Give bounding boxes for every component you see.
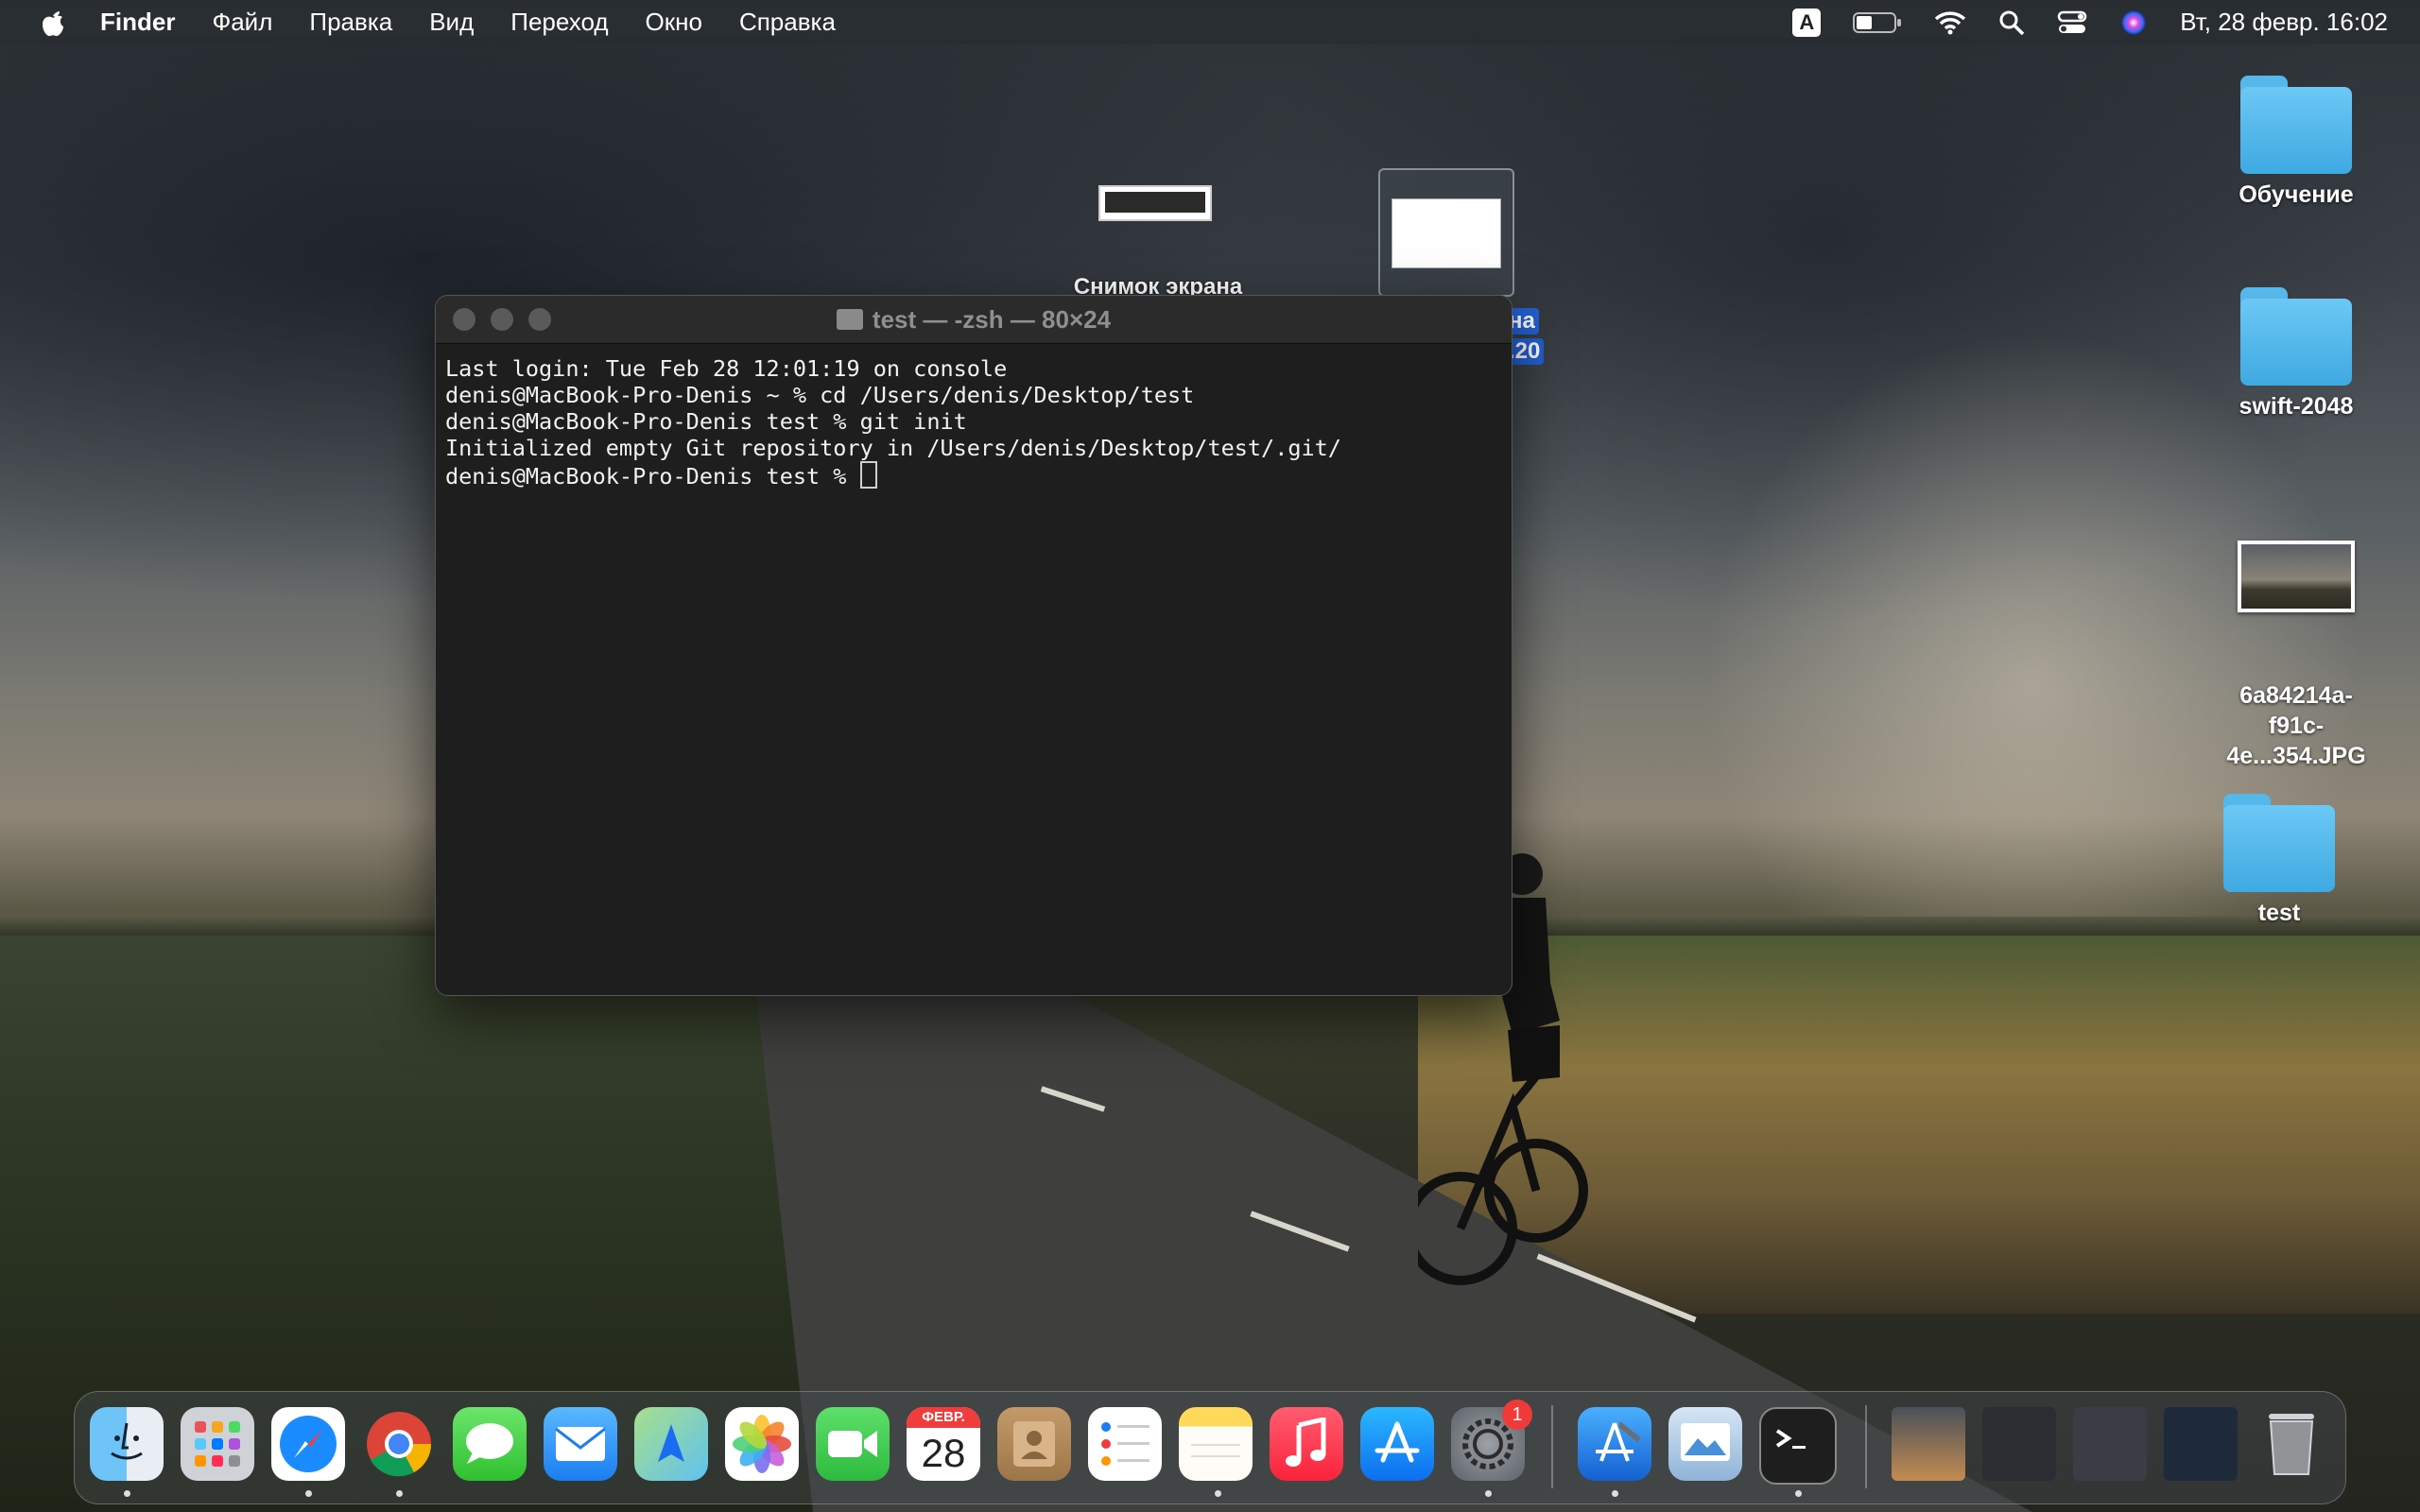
road-marking (1536, 1253, 1697, 1323)
folder-icon (2240, 76, 2352, 174)
dock-terminal-icon[interactable] (1759, 1407, 1837, 1485)
dock-launchpad-icon[interactable] (181, 1407, 254, 1481)
dock: ФЕВР. 28 1 (74, 1391, 2346, 1504)
control-center-icon[interactable] (2057, 9, 2087, 36)
terminal-title: test — -zsh — 80×24 (872, 304, 1112, 334)
menu-help[interactable]: Справка (739, 8, 836, 37)
screenshot-thumbnail-selected[interactable] (1378, 168, 1514, 297)
menu-edit[interactable]: Правка (309, 8, 392, 37)
wallpaper-field-right (1418, 936, 2420, 1314)
desktop-folder-test[interactable]: test (2185, 794, 2374, 927)
desktop-item-label: swift-2048 (2238, 393, 2354, 420)
dock-reminders-icon[interactable] (1088, 1407, 1162, 1481)
desktop-item-label: 6a84214a- f91c-4e...354.JPG (2226, 682, 2366, 769)
dock-notes-icon[interactable] (1179, 1407, 1253, 1481)
dock-preview-icon[interactable] (1668, 1407, 1742, 1481)
folder-icon (2223, 794, 2335, 892)
dock-minimized-window-thumbnail[interactable] (1892, 1407, 1965, 1481)
dock-maps-icon[interactable] (634, 1407, 708, 1481)
dock-minimized-window-thumbnail[interactable] (2073, 1407, 2147, 1481)
road-marking (1250, 1211, 1350, 1252)
terminal-line: Last login: Tue Feb 28 12:01:19 on conso… (445, 355, 1008, 382)
dock-messages-icon[interactable] (453, 1407, 527, 1481)
dock-safari-icon[interactable] (271, 1407, 345, 1481)
menu-go[interactable]: Переход (510, 8, 608, 37)
image-thumbnail-icon (2238, 541, 2355, 612)
calendar-day: 28 (921, 1431, 966, 1475)
dock-trash-icon[interactable] (2255, 1407, 2328, 1481)
terminal-line: denis@MacBook-Pro-Denis test % git init (445, 408, 967, 435)
apple-menu-icon[interactable] (34, 4, 72, 42)
terminal-line: denis@MacBook-Pro-Denis ~ % cd /Users/de… (445, 382, 1195, 408)
dock-music-icon[interactable] (1270, 1407, 1343, 1481)
terminal-window[interactable]: test — -zsh — 80×24 Last login: Tue Feb … (435, 295, 1512, 996)
dock-facetime-icon[interactable] (816, 1407, 890, 1481)
menu-bar: Finder Файл Правка Вид Переход Окно Спра… (0, 0, 2420, 44)
siri-icon[interactable] (2119, 9, 2148, 37)
calendar-month: ФЕВР. (907, 1407, 980, 1428)
dock-system-settings-icon[interactable]: 1 (1451, 1400, 1532, 1481)
menu-file[interactable]: Файл (212, 8, 272, 37)
menu-window[interactable]: Окно (646, 8, 702, 37)
road-marking (1040, 1086, 1106, 1112)
terminal-titlebar[interactable]: test — -zsh — 80×24 (436, 296, 1512, 344)
dock-minimized-window-thumbnail[interactable] (2164, 1407, 2238, 1481)
desktop-file-jpg[interactable]: 6a84214a- f91c-4e...354.JPG (2202, 510, 2391, 801)
dock-mail-icon[interactable] (544, 1407, 617, 1481)
desktop-item-label: test (2257, 900, 2301, 926)
menu-app-name[interactable]: Finder (100, 8, 175, 37)
dock-xcode-icon[interactable] (1578, 1407, 1651, 1481)
input-source-icon[interactable]: A (1792, 8, 1822, 37)
folder-icon (2240, 287, 2352, 386)
notification-badge: 1 (1502, 1400, 1532, 1430)
terminal-output[interactable]: Last login: Tue Feb 28 12:01:19 on conso… (436, 344, 1512, 490)
dock-calendar-icon[interactable]: ФЕВР. 28 (907, 1407, 980, 1481)
terminal-line: Initialized empty Git repository in /Use… (445, 435, 1341, 461)
dock-photos-icon[interactable] (725, 1407, 799, 1481)
dock-contacts-icon[interactable] (997, 1407, 1071, 1481)
wifi-icon[interactable] (1934, 10, 1966, 35)
dock-minimized-window-thumbnail[interactable] (1982, 1407, 2056, 1481)
terminal-prompt: denis@MacBook-Pro-Denis test % (445, 463, 860, 490)
dock-app-store-icon[interactable] (1360, 1407, 1434, 1481)
menu-clock[interactable]: Вт, 28 февр. 16:02 (2180, 8, 2388, 37)
terminal-cursor (859, 461, 877, 489)
desktop-item-label: Обучение (2238, 181, 2354, 208)
battery-icon[interactable] (1853, 10, 1902, 35)
menu-view[interactable]: Вид (429, 8, 474, 37)
folder-icon (836, 309, 863, 330)
desktop-folder-swift-2048[interactable]: swift-2048 (2202, 287, 2391, 421)
spotlight-search-icon[interactable] (1998, 9, 2025, 36)
dock-finder-icon[interactable] (90, 1407, 164, 1481)
desktop-folder-obuchenie[interactable]: Обучение (2202, 76, 2391, 209)
dock-chrome-icon[interactable] (362, 1407, 436, 1481)
screenshot-thumbnail[interactable] (1098, 185, 1212, 221)
